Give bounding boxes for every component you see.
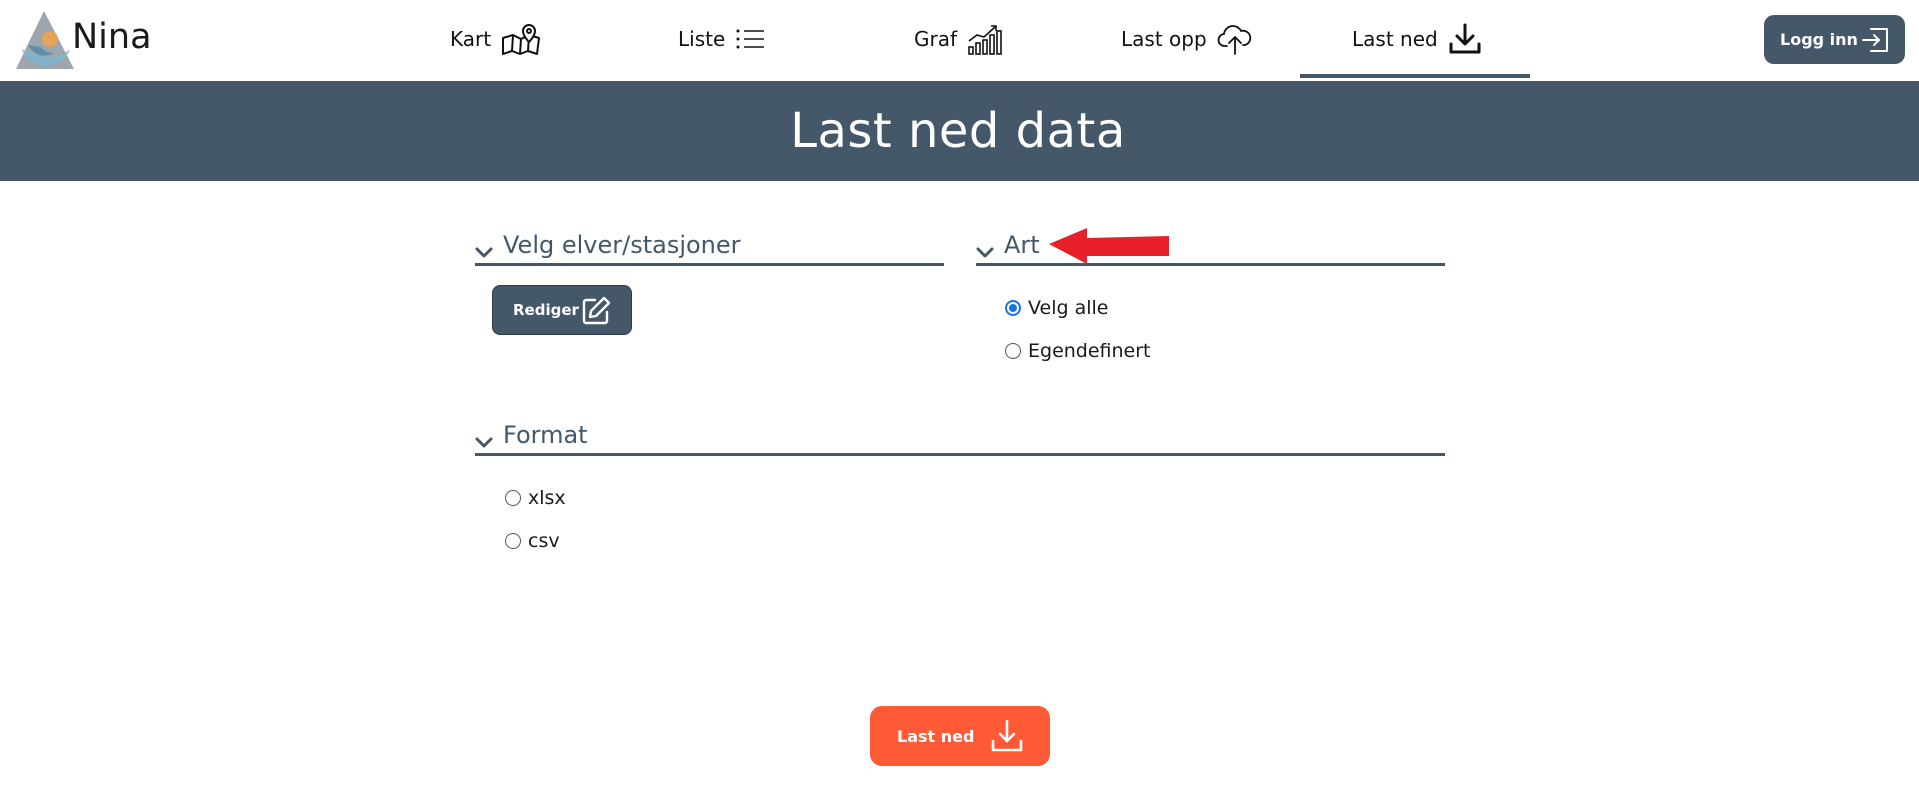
download-button-label: Last ned [897,726,975,746]
chart-icon [967,23,1003,55]
login-button-label: Logg inn [1780,30,1858,49]
nav-item-label: Last ned [1352,27,1438,51]
nav-item-label: Liste [678,27,726,51]
radio-label: Velg alle [1028,297,1109,319]
brand-logo[interactable]: Nina [14,8,152,72]
chevron-down-icon[interactable] [475,247,503,259]
top-navigation: Nina Kart Liste Graf Last opp Last ned L… [0,0,1919,81]
section-title: Velg elver/stasjoner [503,231,741,259]
nav-item-last-ned[interactable]: Last ned [1352,18,1482,60]
nav-item-last-opp[interactable]: Last opp [1121,18,1253,60]
radio-option-egendefinert[interactable]: Egendefinert [1005,340,1151,362]
chevron-down-icon[interactable] [475,437,503,449]
section-header-stations[interactable]: Velg elver/stasjoner [475,230,944,266]
login-icon [1861,25,1891,59]
page-title: Last ned data [790,103,1126,159]
nav-item-label: Graf [914,27,958,51]
edit-icon [581,296,611,330]
radio-button[interactable] [1005,343,1021,359]
chevron-down-icon[interactable] [976,247,1004,259]
active-tab-indicator [1300,74,1530,78]
red-arrow-annotation [1049,228,1169,264]
nina-logo-icon [16,11,74,69]
nav-item-graf[interactable]: Graf [914,18,1003,60]
nav-item-label: Last opp [1121,27,1207,51]
brand-name: Nina [72,17,152,57]
radio-option-csv[interactable]: csv [505,530,560,552]
section-title: Format [503,421,588,449]
section-title: Art [1004,231,1040,259]
nav-item-liste[interactable]: Liste [678,18,765,60]
download-icon [990,719,1024,757]
download-button[interactable]: Last ned [870,706,1050,766]
section-header-format[interactable]: Format [475,420,1445,456]
radio-option-xlsx[interactable]: xlsx [505,487,566,509]
radio-label: csv [528,530,560,552]
cloud-upload-icon [1217,22,1253,56]
nav-item-kart[interactable]: Kart [450,18,541,60]
edit-button-label: Rediger [513,301,579,319]
radio-label: xlsx [528,487,566,509]
map-icon [501,22,541,56]
radio-button[interactable] [505,533,521,549]
page-header-banner: Last ned data [0,81,1919,181]
radio-button[interactable] [1005,300,1021,316]
download-icon [1448,23,1482,55]
nav-item-label: Kart [450,27,492,51]
radio-option-velg-alle[interactable]: Velg alle [1005,297,1108,319]
radio-button[interactable] [505,490,521,506]
edit-button[interactable]: Rediger [492,285,632,335]
list-icon [735,28,765,50]
radio-label: Egendefinert [1028,340,1151,362]
login-button[interactable]: Logg inn [1764,15,1905,64]
